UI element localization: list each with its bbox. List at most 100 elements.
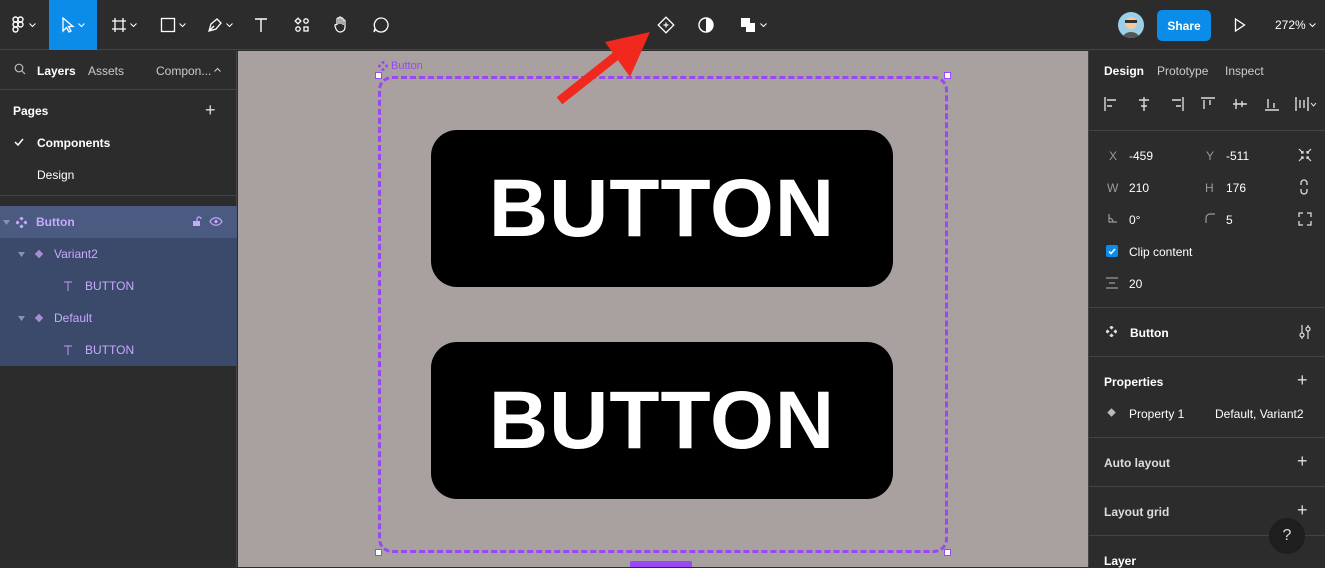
layer-row-button[interactable]: Button: [0, 206, 237, 238]
adjust-icon[interactable]: [1298, 324, 1312, 340]
add-page-icon[interactable]: +: [205, 101, 216, 119]
resize-handle[interactable]: [375, 549, 382, 556]
add-auto-layout-icon[interactable]: +: [1297, 452, 1308, 470]
layer-label: Button: [36, 215, 75, 229]
layer-row-default[interactable]: Default: [0, 302, 237, 334]
eye-icon[interactable]: [209, 217, 223, 226]
layer-label: BUTTON: [85, 343, 135, 357]
annotation-arrow: [556, 32, 650, 104]
button-variant2[interactable]: BUTTON: [431, 130, 893, 287]
layer-row-text[interactable]: BUTTON: [0, 334, 237, 366]
unlock-icon[interactable]: [192, 216, 202, 227]
mask-button[interactable]: [694, 0, 718, 50]
hand-tool-button[interactable]: [329, 0, 353, 50]
align-bottom-icon[interactable]: [1265, 97, 1279, 111]
move-tool-button[interactable]: [49, 0, 97, 50]
property-name[interactable]: Property 1: [1129, 407, 1184, 421]
toolbar: Share 272%: [0, 0, 1325, 50]
caret-down-icon[interactable]: [18, 251, 25, 257]
align-center-horizontal-icon[interactable]: [1137, 97, 1151, 111]
constrain-proportions-icon[interactable]: [1299, 179, 1309, 195]
tab-prototype[interactable]: Prototype: [1157, 64, 1208, 78]
resize-handle[interactable]: [944, 72, 951, 79]
tab-inspect[interactable]: Inspect: [1225, 64, 1264, 78]
tab-design[interactable]: Design: [1104, 64, 1144, 78]
caret-down-icon[interactable]: [3, 219, 10, 225]
spacing-field[interactable]: 20: [1129, 277, 1142, 291]
pages-title: Pages: [13, 104, 49, 118]
y-field[interactable]: -511: [1226, 149, 1249, 163]
avatar[interactable]: [1118, 12, 1144, 38]
main-menu-button[interactable]: [6, 0, 42, 50]
resize-handle[interactable]: [944, 549, 951, 556]
create-component-button[interactable]: [654, 0, 678, 50]
play-icon: [1234, 18, 1246, 32]
help-label: ?: [1282, 527, 1292, 544]
align-top-icon[interactable]: [1201, 97, 1215, 111]
add-property-icon[interactable]: +: [1297, 371, 1308, 389]
rotation-field[interactable]: 0°: [1129, 213, 1140, 227]
layer-row-text[interactable]: BUTTON: [0, 270, 237, 302]
resize-handle[interactable]: [375, 72, 382, 79]
share-button[interactable]: Share: [1157, 10, 1211, 41]
component-name[interactable]: Button: [1130, 326, 1169, 340]
chevron-up-icon[interactable]: [214, 67, 221, 72]
chevron-down-icon: [179, 22, 186, 27]
independent-corners-icon[interactable]: [1298, 212, 1312, 226]
height-field[interactable]: 176: [1226, 181, 1246, 195]
avatar-face-icon: [1123, 17, 1139, 38]
divider: [1089, 130, 1325, 131]
canvas[interactable]: Button BUTTON BUTTON: [238, 51, 1088, 567]
x-label: X: [1109, 149, 1118, 163]
caret-down-icon[interactable]: [18, 315, 25, 321]
divider: [1089, 307, 1325, 308]
button-text: BUTTON: [488, 374, 836, 466]
align-center-vertical-icon[interactable]: [1233, 97, 1247, 111]
chevron-down-icon: [130, 22, 137, 27]
layer-row-variant2[interactable]: Variant2: [0, 238, 237, 270]
alignment-toolbar: [1104, 97, 1319, 113]
page-selector[interactable]: Compon...: [156, 64, 211, 78]
frame-label[interactable]: Button: [378, 60, 423, 72]
radius-field[interactable]: 5: [1226, 213, 1233, 227]
button-default[interactable]: BUTTON: [431, 342, 893, 499]
pen-icon: [208, 18, 222, 32]
align-left-icon[interactable]: [1104, 97, 1118, 111]
tab-assets[interactable]: Assets: [88, 64, 124, 78]
hand-icon: [334, 16, 346, 33]
help-button[interactable]: ?: [1269, 518, 1305, 554]
comment-icon: [373, 17, 389, 33]
design-panel: Design Prototype Inspect X -459 Y -511 W…: [1088, 51, 1325, 568]
text-icon: [64, 280, 72, 291]
text-tool-button[interactable]: [249, 0, 273, 50]
property-value[interactable]: Default, Variant2: [1215, 407, 1304, 421]
search-icon[interactable]: [14, 63, 26, 75]
divider: [1089, 486, 1325, 487]
resources-icon: [294, 17, 309, 32]
size-badge: [630, 561, 692, 567]
chevron-down-icon: [29, 22, 36, 27]
item-spacing-icon: [1106, 277, 1118, 289]
page-item-design[interactable]: Design: [37, 168, 74, 182]
zoom-dropdown[interactable]: 272%: [1275, 0, 1316, 50]
resources-button[interactable]: [290, 0, 314, 50]
distribute-icon[interactable]: [1295, 97, 1317, 111]
layer-tree: Button Variant2 BUTTON Default BUTTON: [0, 206, 237, 366]
divider: [0, 195, 237, 196]
tab-layers[interactable]: Layers: [37, 64, 76, 78]
align-right-icon[interactable]: [1170, 97, 1184, 111]
comment-tool-button[interactable]: [369, 0, 393, 50]
constraints-icon[interactable]: [1298, 148, 1312, 162]
add-layout-grid-icon[interactable]: +: [1297, 501, 1308, 519]
boolean-button[interactable]: [736, 0, 770, 50]
component-set-icon: [378, 61, 388, 71]
component-icon: [657, 16, 675, 34]
clip-content-checkbox[interactable]: [1106, 245, 1118, 257]
page-item-components[interactable]: Components: [37, 136, 110, 150]
x-field[interactable]: -459: [1129, 149, 1153, 163]
shape-tool-button[interactable]: [155, 0, 191, 50]
pen-tool-button[interactable]: [202, 0, 238, 50]
width-field[interactable]: 210: [1129, 181, 1149, 195]
frame-tool-button[interactable]: [106, 0, 142, 50]
present-button[interactable]: [1230, 0, 1250, 50]
